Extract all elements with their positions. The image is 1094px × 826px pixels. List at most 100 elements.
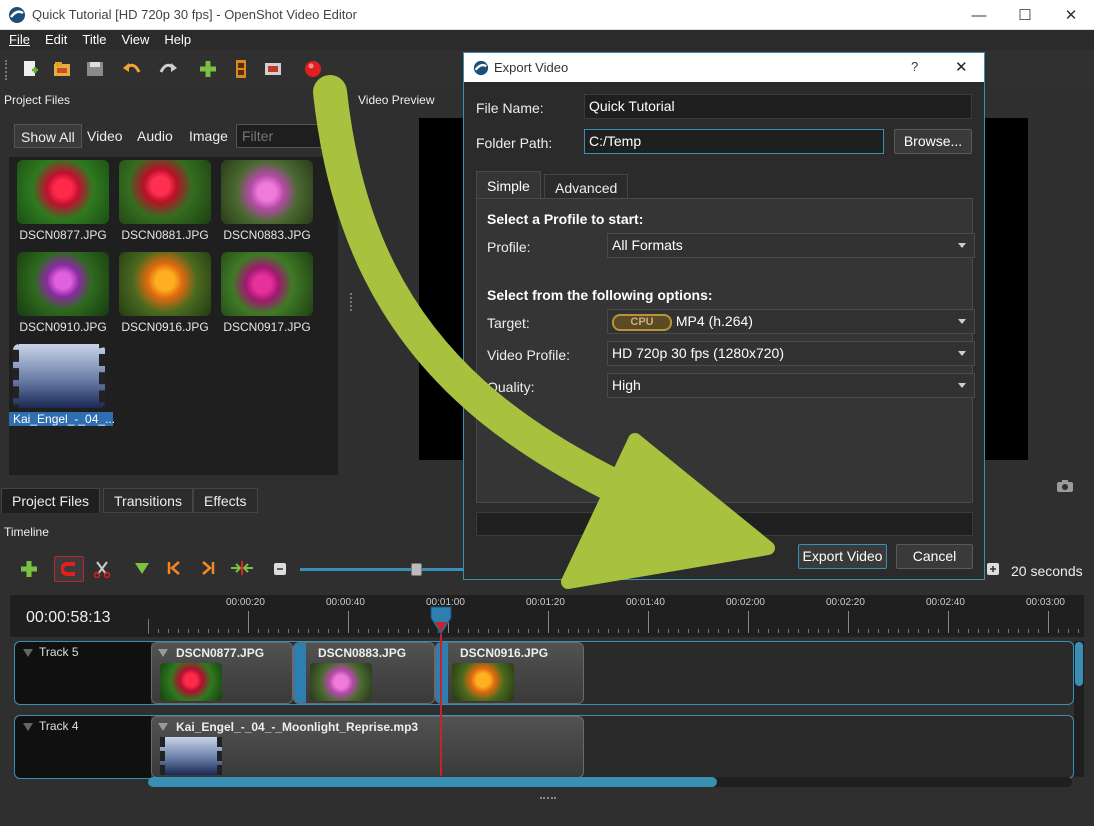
- new-project-icon[interactable]: [20, 59, 40, 79]
- transition-overlay[interactable]: [436, 643, 448, 703]
- file-item[interactable]: DSCN0917.JPG: [217, 252, 317, 336]
- chevron-down-icon: [958, 351, 966, 356]
- tab-advanced[interactable]: Advanced: [544, 174, 629, 199]
- fullscreen-icon[interactable]: [263, 59, 283, 79]
- file-item[interactable]: DSCN0883.JPG: [217, 160, 317, 244]
- center-timeline-icon[interactable]: [230, 560, 254, 576]
- ruler-major-tick: [748, 611, 749, 633]
- ruler-time-label: 00:02:00: [726, 597, 765, 608]
- import-files-icon[interactable]: [198, 59, 218, 79]
- filter-input[interactable]: [236, 124, 336, 148]
- tab-project-files[interactable]: Project Files: [1, 488, 101, 513]
- tab-transitions[interactable]: Transitions: [103, 488, 193, 513]
- track-collapse-icon[interactable]: [23, 649, 33, 657]
- cancel-button[interactable]: Cancel: [896, 544, 973, 569]
- file-item[interactable]: DSCN0881.JPG: [115, 160, 215, 244]
- tab-effects[interactable]: Effects: [193, 488, 258, 513]
- transition-overlay[interactable]: [294, 643, 306, 703]
- camera-icon[interactable]: [1056, 479, 1074, 493]
- timeline-hscroll-thumb[interactable]: [148, 777, 717, 787]
- ruler-tick: [658, 629, 659, 633]
- ruler-tick: [408, 629, 409, 633]
- minimize-icon[interactable]: —: [956, 0, 1002, 30]
- file-name: DSCN0917.JPG: [223, 320, 311, 334]
- ruler-tick: [338, 629, 339, 633]
- zoom-out-icon[interactable]: [273, 562, 287, 576]
- file-item[interactable]: DSCN0910.JPG: [13, 252, 113, 336]
- ruler-tick: [178, 629, 179, 633]
- track-5[interactable]: Track 5 DSCN0877.JPG DSCN0883.JPG DSCN09…: [14, 641, 1074, 705]
- profile-dropdown[interactable]: All Formats: [607, 233, 975, 258]
- file-name-input[interactable]: Quick Tutorial: [584, 94, 972, 119]
- ruler-tick: [558, 629, 559, 633]
- playhead-line: [440, 628, 442, 776]
- snapping-button[interactable]: [54, 556, 84, 582]
- add-track-icon[interactable]: [20, 560, 38, 578]
- target-label: Target:: [487, 315, 530, 331]
- close-icon[interactable]: ✕: [1048, 0, 1094, 30]
- filter-audio[interactable]: Audio: [131, 124, 179, 148]
- panel-resize-handle[interactable]: [540, 797, 556, 800]
- browse-button[interactable]: Browse...: [894, 129, 972, 154]
- previous-marker-icon[interactable]: [166, 560, 182, 576]
- help-icon[interactable]: ?: [911, 59, 918, 74]
- export-video-button[interactable]: Export Video: [798, 544, 887, 569]
- save-project-icon[interactable]: [85, 59, 105, 79]
- video-profile-label: Video Profile:: [487, 347, 571, 363]
- file-item[interactable]: DSCN0916.JPG: [115, 252, 215, 336]
- track-4[interactable]: Track 4 Kai_Engel_-_04_-_Moonlight_Repri…: [14, 715, 1074, 779]
- timeline-clip[interactable]: DSCN0883.JPG: [293, 642, 435, 704]
- maximize-icon[interactable]: ☐: [1002, 0, 1048, 30]
- undo-icon[interactable]: [122, 59, 142, 79]
- ruler-time-label: 00:02:20: [826, 597, 865, 608]
- menu-help[interactable]: Help: [155, 30, 197, 50]
- video-profile-dropdown[interactable]: HD 720p 30 fps (1280x720): [607, 341, 975, 366]
- ruler-tick: [318, 629, 319, 633]
- filter-show-all[interactable]: Show All: [14, 124, 82, 148]
- open-project-icon[interactable]: [52, 59, 72, 79]
- menu-edit[interactable]: Edit: [36, 30, 73, 50]
- ruler-tick: [528, 629, 529, 633]
- timeline-clip[interactable]: Kai_Engel_-_04_-_Moonlight_Reprise.mp3: [151, 716, 584, 778]
- export-video-icon[interactable]: [303, 59, 323, 79]
- clip-name: DSCN0877.JPG: [176, 646, 265, 660]
- playhead-handle-icon[interactable]: [430, 606, 452, 636]
- razor-icon[interactable]: [93, 560, 111, 578]
- file-item-selected[interactable]: Kai_Engel_-_04_...: [9, 343, 115, 429]
- timeline-clip[interactable]: DSCN0877.JPG: [151, 642, 293, 704]
- splitter-handle[interactable]: [350, 293, 352, 311]
- filter-image[interactable]: Image: [183, 124, 234, 148]
- zoom-slider-track[interactable]: [300, 568, 465, 571]
- clip-thumbnail: [310, 663, 372, 701]
- zoom-slider-handle[interactable]: [411, 563, 422, 576]
- add-marker-icon[interactable]: [134, 561, 150, 575]
- dialog-close-icon[interactable]: ✕: [955, 58, 968, 76]
- choose-profile-icon[interactable]: [231, 59, 251, 79]
- quality-dropdown[interactable]: High: [607, 373, 975, 398]
- file-item[interactable]: DSCN0877.JPG: [13, 160, 113, 244]
- ruler-tick: [1018, 629, 1019, 633]
- file-thumbnail: [119, 252, 211, 316]
- next-marker-icon[interactable]: [200, 560, 216, 576]
- timeline-clip[interactable]: DSCN0916.JPG: [435, 642, 584, 704]
- redo-icon[interactable]: [158, 59, 178, 79]
- clip-menu-icon[interactable]: [158, 649, 168, 657]
- timeline-vscroll-thumb[interactable]: [1075, 642, 1083, 686]
- ruler-tick: [268, 629, 269, 633]
- ruler-tick: [288, 629, 289, 633]
- clip-menu-icon[interactable]: [158, 723, 168, 731]
- menu-view[interactable]: View: [112, 30, 155, 50]
- menu-title[interactable]: Title: [73, 30, 112, 50]
- ruler-tick: [1058, 629, 1059, 633]
- target-dropdown[interactable]: CPU MP4 (h.264): [607, 309, 975, 334]
- timeline-ruler[interactable]: 00:00:58:13 00:00:20 00:00:40 00:01:00 00:0…: [10, 595, 1084, 637]
- track-header: Track 4: [15, 716, 151, 778]
- zoom-in-icon[interactable]: [986, 562, 1000, 576]
- tab-simple[interactable]: Simple: [476, 171, 541, 199]
- track-collapse-icon[interactable]: [23, 723, 33, 731]
- menu-file[interactable]: File: [0, 30, 36, 50]
- ruler-tick: [768, 629, 769, 633]
- ruler-major-tick: [548, 611, 549, 633]
- folder-path-input[interactable]: C:/Temp: [584, 129, 884, 154]
- filter-video[interactable]: Video: [81, 124, 129, 148]
